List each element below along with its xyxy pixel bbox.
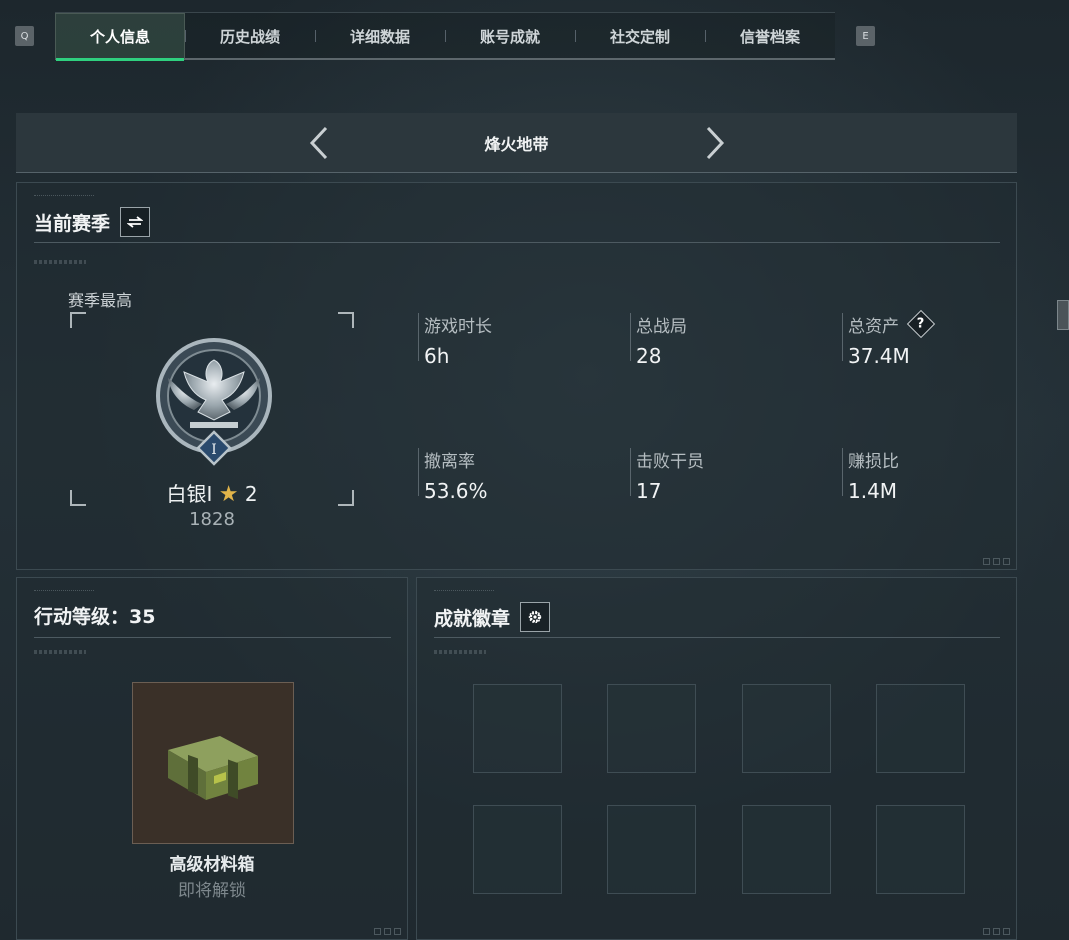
stat-value: 1.4M: [848, 479, 898, 503]
rank-name: 白银I: [166, 482, 213, 506]
stat-value: 37.4M: [848, 344, 910, 368]
stat-label: 游戏时长: [424, 316, 492, 337]
header-divider: [434, 637, 1000, 638]
help-icon[interactable]: ?: [906, 309, 936, 339]
reward-status: 即将解锁: [178, 881, 246, 901]
stat-total-matches: 总战局 28: [630, 313, 687, 368]
tab-account-achievements[interactable]: 账号成就: [445, 13, 575, 59]
silver-eagle-rank-icon: I: [156, 338, 272, 466]
chevron-right-icon: [706, 126, 724, 159]
side-panel-handle[interactable]: [1057, 300, 1069, 330]
achievement-panel-header: 成就徽章: [434, 602, 551, 632]
season-highest-label: 赛季最高: [68, 291, 133, 310]
star-icon: ★: [218, 482, 239, 507]
badge-slot[interactable]: [742, 805, 831, 894]
stat-label: 撤离率: [424, 451, 475, 472]
help-icon-glyph: ?: [917, 316, 925, 332]
prev-tab-key-hint[interactable]: Q: [15, 26, 34, 46]
action-level-title: 行动等级：35: [34, 606, 156, 628]
game-mode-selector: 烽火地带: [16, 113, 1017, 173]
stat-total-assets: 总资产 ? 37.4M: [842, 309, 936, 368]
panel-decoration: [34, 260, 86, 264]
panel-corner-decoration: [983, 558, 1010, 565]
panel-decoration: [434, 650, 486, 654]
panel-corner-decoration: [374, 928, 401, 935]
season-panel-title: 当前赛季: [34, 212, 111, 235]
stat-label: 赚损比: [848, 451, 899, 472]
panel-decoration: [34, 590, 94, 594]
stat-extraction-rate: 撤离率 53.6%: [418, 448, 488, 503]
frame-corner: [70, 312, 86, 328]
badge-slot[interactable]: [607, 805, 696, 894]
stat-label-row: 总资产 ?: [848, 309, 936, 339]
game-mode-title: 烽火地带: [484, 134, 549, 154]
material-crate-icon: [168, 736, 258, 800]
badge-slot[interactable]: [607, 684, 696, 773]
rank-tier-numeral: I: [211, 442, 217, 458]
stat-value: 28: [636, 344, 662, 368]
achievement-badges-panel: 成就徽章: [416, 577, 1017, 940]
badge-slot[interactable]: [876, 684, 965, 773]
rank-title-line: 白银I ★ 2: [70, 478, 354, 507]
current-season-panel: 当前赛季 赛季最高 I 白银I ★ 2 1828 游戏时长 6h 总战局 28 …: [16, 182, 1017, 570]
rank-score: 1828: [189, 509, 235, 530]
reward-card[interactable]: [132, 682, 294, 844]
tab-detailed-data[interactable]: 详细数据: [315, 13, 445, 59]
rank-star-count: 2: [244, 482, 258, 506]
stat-label: 总资产: [848, 316, 899, 337]
panel-decoration: [34, 650, 86, 654]
stat-play-time: 游戏时长 6h: [418, 313, 492, 368]
stat-value: 17: [636, 479, 662, 503]
next-mode-button[interactable]: [697, 123, 733, 163]
prev-mode-button[interactable]: [301, 123, 337, 163]
profile-tab-bar: 个人信息 历史战绩 详细数据 账号成就 社交定制 信誉档案: [55, 12, 835, 61]
rank-badge-frame: I 白银I ★ 2 1828: [70, 312, 354, 530]
chevron-left-icon: [309, 126, 327, 159]
stat-value: 53.6%: [424, 479, 488, 503]
frame-corner: [338, 312, 354, 328]
header-divider: [34, 637, 391, 638]
badge-slot[interactable]: [876, 805, 965, 894]
panel-decoration: [34, 195, 94, 199]
tab-personal-info[interactable]: 个人信息: [55, 13, 185, 61]
swap-arrows-icon: [127, 216, 144, 228]
panel-corner-decoration: [983, 928, 1010, 935]
stat-label: 击败干员: [636, 451, 704, 472]
season-switch-button[interactable]: [120, 207, 151, 237]
season-panel-header: 当前赛季: [34, 207, 151, 237]
stat-operators-defeated: 击败干员 17: [630, 448, 704, 503]
achievement-panel-title: 成就徽章: [434, 607, 511, 630]
badge-settings-button[interactable]: [520, 602, 551, 632]
tab-match-history[interactable]: 历史战绩: [185, 13, 315, 59]
action-level-panel: 行动等级：35 高级材料箱 即将解锁: [16, 577, 408, 940]
gear-icon: [528, 610, 542, 624]
next-tab-key-hint[interactable]: E: [856, 26, 875, 46]
badge-slot[interactable]: [742, 684, 831, 773]
stat-value: 6h: [424, 344, 450, 368]
badge-slot[interactable]: [473, 805, 562, 894]
profile-screen: Q 个人信息 历史战绩 详细数据 账号成就 社交定制 信誉档案 E 烽火地带 当…: [0, 0, 1069, 940]
tab-reputation-record[interactable]: 信誉档案: [705, 13, 835, 59]
stat-label: 总战局: [636, 316, 687, 337]
reward-name: 高级材料箱: [169, 855, 255, 875]
badge-slot[interactable]: [473, 684, 562, 773]
panel-decoration: [434, 590, 494, 594]
header-divider: [34, 242, 1000, 243]
stat-profit-loss: 赚损比 1.4M: [842, 448, 899, 503]
tab-social-customization[interactable]: 社交定制: [575, 13, 705, 59]
